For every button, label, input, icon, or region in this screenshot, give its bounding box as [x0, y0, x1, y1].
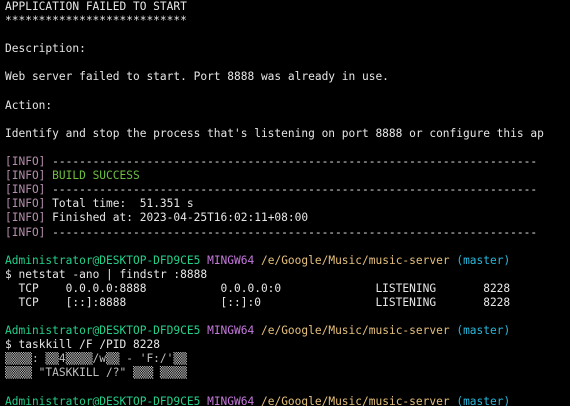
build-status: BUILD SUCCESS — [45, 169, 140, 183]
prompt-branch: (master) — [456, 324, 511, 338]
prompt-branch: (master) — [456, 253, 511, 267]
info-tag: [INFO] — [5, 197, 46, 211]
prompt-path: /e/Google/Music/music-server — [260, 324, 450, 338]
info-tag: [INFO] — [5, 211, 46, 225]
terminal-window[interactable]: APPLICATION FAILED TO START ************… — [0, 0, 570, 406]
taskkill-command: taskkill /F /PID 8228 — [18, 338, 160, 352]
action-text: Identify and stop the process that's lis… — [5, 126, 544, 140]
taskkill-output-line: ▒▒▒▒: ▒▒4▒▒▒▒/w▒▒ - 'F:/'▒▒ — [5, 352, 187, 366]
prompt-path: /e/Google/Music/music-server — [260, 394, 450, 406]
shell-prompt: Administrator@DESKTOP-DFD9CE5 MINGW64 /e… — [5, 324, 570, 338]
separator: ----------------------------------------… — [45, 183, 538, 197]
prompt-path: /e/Google/Music/music-server — [260, 253, 450, 267]
build-log-separator-line: [INFO] ---------------------------------… — [5, 155, 570, 169]
total-time: Total time: 51.351 s — [45, 197, 194, 211]
prompt-env: MINGW64 — [207, 394, 255, 406]
prompt-symbol: $ — [5, 267, 12, 281]
command-line[interactable]: $ taskkill /F /PID 8228 — [5, 338, 570, 352]
prompt-env: MINGW64 — [207, 324, 255, 338]
description-heading: Description: — [5, 42, 86, 56]
build-log-separator-line: [INFO] ---------------------------------… — [5, 183, 570, 197]
banner-title: APPLICATION FAILED TO START — [5, 0, 187, 13]
info-tag: [INFO] — [5, 155, 46, 169]
finished-at: Finished at: 2023-04-25T16:02:11+08:00 — [45, 211, 309, 225]
netstat-row: TCP [::]:8888 [::]:0 LISTENING 8228 — [5, 295, 511, 309]
finished-at-line: [INFO] Finished at: 2023-04-25T16:02:11+… — [5, 211, 570, 225]
command-line[interactable]: $ netstat -ano | findstr :8888 — [5, 268, 570, 282]
action-heading: Action: — [5, 98, 53, 112]
info-tag: [INFO] — [5, 183, 46, 197]
prompt-user-host: Administrator@DESKTOP-DFD9CE5 — [5, 394, 201, 406]
shell-prompt: Administrator@DESKTOP-DFD9CE5 MINGW64 /e… — [5, 254, 570, 268]
prompt-user-host: Administrator@DESKTOP-DFD9CE5 — [5, 253, 201, 267]
prompt-symbol: $ — [5, 338, 12, 352]
taskkill-output-line: ▒▒▒▒ "TASKKILL /?" ▒▒▒ ▒▒▒▒ — [5, 366, 187, 380]
total-time-line: [INFO] Total time: 51.351 s — [5, 197, 570, 211]
banner-underline: *************************** — [5, 14, 187, 28]
prompt-user-host: Administrator@DESKTOP-DFD9CE5 — [5, 324, 201, 338]
shell-prompt: Administrator@DESKTOP-DFD9CE5 MINGW64 /e… — [5, 395, 570, 406]
separator: ----------------------------------------… — [45, 155, 538, 169]
separator: ----------------------------------------… — [45, 225, 538, 239]
netstat-command: netstat -ano | findstr :8888 — [18, 267, 208, 281]
info-tag: [INFO] — [5, 225, 46, 239]
info-tag: [INFO] — [5, 169, 46, 183]
prompt-branch: (master) — [456, 394, 511, 406]
netstat-row: TCP 0.0.0.0:8888 0.0.0.0:0 LISTENING 822… — [5, 281, 511, 295]
build-status-line: [INFO] BUILD SUCCESS — [5, 169, 570, 183]
build-log-separator-line: [INFO] ---------------------------------… — [5, 226, 570, 240]
description-text: Web server failed to start. Port 8888 wa… — [5, 70, 389, 84]
prompt-env: MINGW64 — [207, 253, 255, 267]
